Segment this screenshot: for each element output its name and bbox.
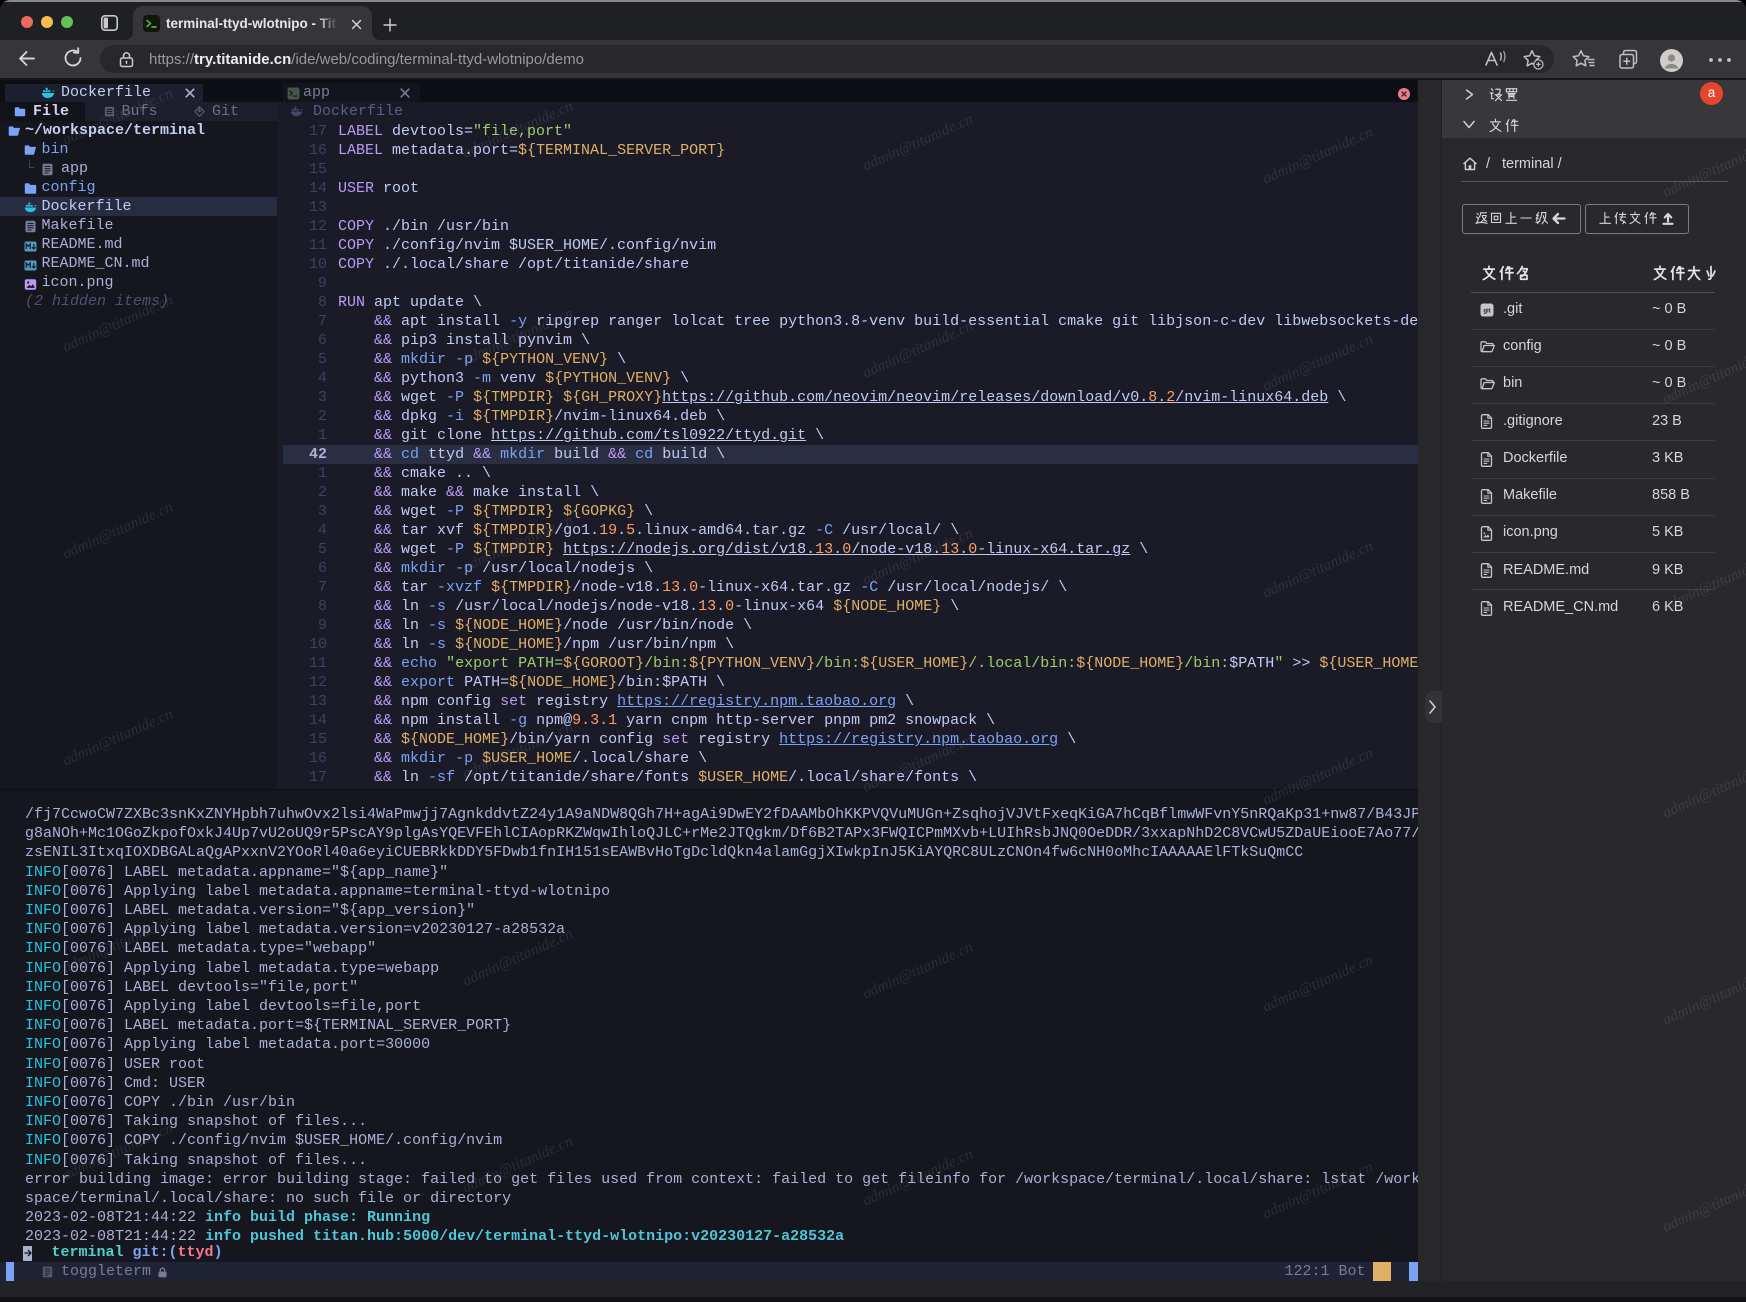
svg-text:git: git bbox=[1483, 308, 1490, 314]
